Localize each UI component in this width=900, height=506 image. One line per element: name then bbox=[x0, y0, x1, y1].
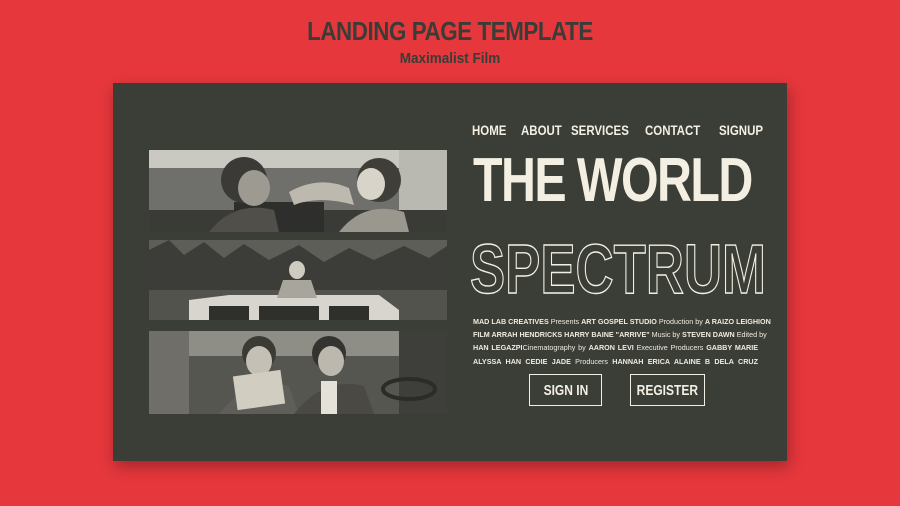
hero-title-line1: THE WORLD bbox=[473, 146, 753, 215]
nav-contact-link[interactable]: CONTACT bbox=[645, 122, 700, 138]
credit-role: Music by bbox=[649, 330, 683, 340]
main-nav: HOME ABOUT SERVICES CONTACT SIGNUP bbox=[469, 122, 763, 142]
credit-name: HANNAH ERICA ALAINE B DELA CRUZ bbox=[612, 356, 758, 366]
page-subtitle: Maximalist Film bbox=[399, 50, 501, 67]
hero-title-outline-text: SPECTRUM bbox=[470, 230, 766, 308]
credit-role: Edited by bbox=[734, 330, 767, 340]
credit-name: A RAIZO LEIGHION bbox=[704, 317, 771, 326]
register-button[interactable]: REGISTER bbox=[630, 374, 705, 406]
register-label: REGISTER bbox=[636, 381, 699, 399]
film-credits: MAD LAB CREATIVES Presents ART GOSPEL ST… bbox=[473, 315, 771, 368]
credit-name: HAN LEGAZPI bbox=[473, 343, 523, 353]
credit-name: ART GOSPEL STUDIO bbox=[581, 317, 657, 326]
credit-name: STEVEN DAWN bbox=[682, 330, 735, 340]
credits-line-4: ALYSSA HAN CEDIE JADE Producers HANNAH E… bbox=[473, 355, 758, 368]
film-still-couple-car-window bbox=[149, 150, 447, 232]
hero-title-line2: SPECTRUM bbox=[469, 229, 770, 308]
page-title: LANDING PAGE TEMPLATE bbox=[307, 16, 593, 46]
credit-role: Executive Producers bbox=[633, 343, 707, 353]
credit-role: Producers bbox=[570, 356, 613, 366]
credit-role: Presents bbox=[548, 317, 582, 326]
credits-line-3: HAN LEGAZPICinematography by AARON LEVI … bbox=[473, 341, 758, 354]
sign-in-button[interactable]: SIGN IN bbox=[529, 374, 602, 406]
sign-in-label: SIGN IN bbox=[543, 381, 588, 399]
nav-services-link[interactable]: SERVICES bbox=[571, 122, 629, 138]
credits-line-1: MAD LAB CREATIVES Presents ART GOSPEL ST… bbox=[473, 315, 771, 328]
nav-home-link[interactable]: HOME bbox=[472, 122, 506, 138]
film-still-friends-driving bbox=[149, 331, 447, 414]
credit-name: AARON LEVI bbox=[588, 343, 634, 353]
nav-signup-link[interactable]: SIGNUP bbox=[719, 122, 763, 138]
credit-role: Cinematography by bbox=[522, 343, 589, 353]
credit-name: MAD LAB CREATIVES bbox=[473, 317, 549, 326]
credit-name: FILM ARRAH HENDRICKS HARRY BAINE "ARRIVE… bbox=[473, 330, 650, 340]
credit-name: GABBY MARIE bbox=[706, 343, 759, 353]
nav-about-link[interactable]: ABOUT bbox=[521, 122, 562, 138]
film-still-car-roof-forest bbox=[149, 240, 447, 320]
landing-card: HOME ABOUT SERVICES CONTACT SIGNUP THE W… bbox=[113, 83, 787, 461]
credit-name: ALYSSA HAN CEDIE JADE bbox=[473, 356, 571, 366]
credit-role: Production by bbox=[656, 317, 705, 326]
credits-line-2: FILM ARRAH HENDRICKS HARRY BAINE "ARRIVE… bbox=[473, 328, 767, 341]
